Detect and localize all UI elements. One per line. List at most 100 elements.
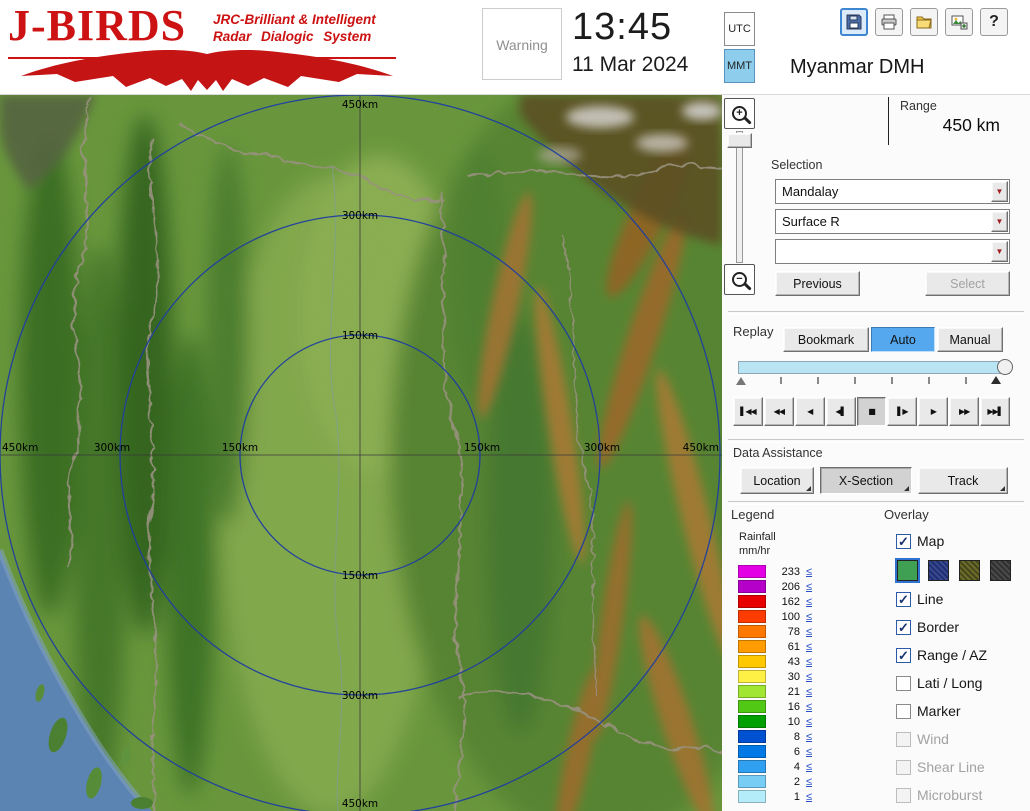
playback-play-button[interactable]: ▶ <box>918 397 948 426</box>
overlay-item-microburst: Microburst <box>896 785 1028 805</box>
separator <box>728 439 1024 443</box>
overlay-item-label: Lati / Long <box>917 675 982 691</box>
checkbox-checked-icon[interactable]: ✓ <box>896 620 911 635</box>
replay-timeline[interactable] <box>738 361 1010 374</box>
playback-reverse-button[interactable]: ◀ <box>795 397 825 426</box>
legend-le-link[interactable]: ≤ <box>806 701 812 713</box>
checkbox-checked-icon[interactable]: ✓ <box>896 592 911 607</box>
chevron-down-icon[interactable]: ▼ <box>991 181 1008 202</box>
playback-rewind-button[interactable]: ◀◀ <box>764 397 794 426</box>
print-button[interactable] <box>875 8 903 36</box>
xsection-button[interactable]: X-Section <box>820 467 912 494</box>
extra-dropdown[interactable]: ▼ <box>775 239 1010 264</box>
overlay-item-label: Border <box>917 619 959 635</box>
mmt-button[interactable]: MMT <box>724 49 755 83</box>
checkbox-unchecked-icon[interactable] <box>896 676 911 691</box>
chevron-down-icon[interactable]: ▼ <box>991 241 1008 262</box>
map-style-terrain-green-swatch[interactable] <box>897 560 918 581</box>
warning-button[interactable]: Warning <box>482 8 562 80</box>
ring-label: 150km <box>342 330 378 342</box>
map-style-olive-swatch[interactable] <box>959 560 980 581</box>
overlay-item-lati-long[interactable]: Lati / Long <box>896 673 1028 693</box>
overlay-item-line[interactable]: ✓Line <box>896 589 1028 609</box>
location-label: Location <box>753 474 800 488</box>
site-dropdown[interactable]: Mandalay ▼ <box>775 179 1010 204</box>
manual-button[interactable]: Manual <box>937 327 1003 352</box>
legend-le-link[interactable]: ≤ <box>806 716 812 728</box>
ring-label: 450km <box>2 442 38 454</box>
utc-button[interactable]: UTC <box>724 12 755 46</box>
playback-step-back-button[interactable]: ◀▌ <box>826 397 856 426</box>
legend-value: 8 <box>768 731 800 743</box>
zoom-in-button[interactable]: + <box>724 98 755 129</box>
overlay-item-marker[interactable]: Marker <box>896 701 1028 721</box>
legend-le-link[interactable]: ≤ <box>806 761 812 773</box>
legend-row: 10 ≤ <box>738 714 812 729</box>
zoom-out-button[interactable]: − <box>724 264 755 295</box>
product-dropdown[interactable]: Surface R ▼ <box>775 209 1010 234</box>
site-dropdown-value: Mandalay <box>776 184 991 199</box>
overlay-item-map[interactable]: ✓Map <box>896 531 1028 551</box>
legend-row: 16≤ <box>738 699 812 714</box>
select-button[interactable]: Select <box>925 271 1010 296</box>
legend-le-link[interactable]: ≤ <box>806 641 812 653</box>
checkbox-checked-icon[interactable]: ✓ <box>896 534 911 549</box>
playback-first-button[interactable]: ▌◀◀ <box>733 397 763 426</box>
help-button[interactable]: ? <box>980 8 1008 36</box>
overlay-item-border[interactable]: ✓ Border <box>896 617 1028 637</box>
legend-le-link[interactable]: ≤ <box>806 731 812 743</box>
legend-le-link[interactable]: ≤ <box>806 581 812 593</box>
location-button[interactable]: Location <box>740 467 814 494</box>
legend-le-link[interactable]: ≤ <box>806 626 812 638</box>
chevron-down-icon[interactable]: ▼ <box>991 211 1008 232</box>
bookmark-button[interactable]: Bookmark <box>783 327 869 352</box>
checkbox-unchecked-icon[interactable] <box>896 704 911 719</box>
radar-map[interactable]: 450km 300km 150km 150km 300km 450km 450k… <box>0 95 722 811</box>
map-style-swatches <box>896 559 1028 581</box>
legend-value: 78 <box>768 626 800 638</box>
ring-label: 150km <box>342 570 378 582</box>
legend-le-link[interactable]: ≤ <box>806 656 812 668</box>
warning-label: Warning <box>496 37 548 53</box>
auto-button[interactable]: Auto <box>871 327 935 352</box>
zoom-slider-thumb[interactable] <box>727 133 752 148</box>
legend-value: 30 <box>768 671 800 683</box>
legend-le-link[interactable]: ≤ <box>806 671 812 683</box>
open-folder-button[interactable] <box>910 8 938 36</box>
legend-le-link[interactable]: ≤ <box>806 776 812 788</box>
legend-row: 100≤ <box>738 609 812 624</box>
playback-step-forward-button[interactable]: ▌▶ <box>887 397 917 426</box>
clock-date: 11 Mar 2024 <box>572 53 688 77</box>
playback-last-button[interactable]: ▶▶▌ <box>980 397 1010 426</box>
playback-stop-button[interactable]: ■ <box>857 397 887 426</box>
logo-tagline1: JRC-Brilliant & Intelligent <box>213 12 376 27</box>
map-style-dark-blue-swatch[interactable] <box>928 560 949 581</box>
checkbox-unchecked-icon <box>896 760 911 775</box>
zoom-slider-track[interactable] <box>736 131 743 263</box>
legend-le-link[interactable]: ≤ <box>806 611 812 623</box>
checkbox-checked-icon[interactable]: ✓ <box>896 648 911 663</box>
corner-grip-icon <box>904 486 909 491</box>
legend-le-link[interactable]: ≤ <box>806 566 812 578</box>
timeline-thumb[interactable] <box>997 359 1013 375</box>
legend-row: 30 ≤ <box>738 669 812 684</box>
legend-row: 8≤ <box>738 729 812 744</box>
timeline-position-marker-icon[interactable] <box>991 376 1001 384</box>
legend-row: 233≤ <box>738 564 812 579</box>
map-style-dark-gray-swatch[interactable] <box>990 560 1011 581</box>
playback-fast-forward-button[interactable]: ▶▶ <box>949 397 979 426</box>
legend-le-link[interactable]: ≤ <box>806 746 812 758</box>
legend-color-swatch <box>738 760 766 773</box>
legend-value: 10 <box>768 716 800 728</box>
save-button[interactable] <box>840 8 868 36</box>
legend-le-link[interactable]: ≤ <box>806 596 812 608</box>
open-folder-icon <box>915 13 933 31</box>
previous-button[interactable]: Previous <box>775 271 860 296</box>
checkbox-unchecked-icon <box>896 788 911 803</box>
legend-le-link[interactable]: ≤ <box>806 791 812 803</box>
overlay-item-range-az[interactable]: ✓Range / AZ <box>896 645 1028 665</box>
legend-le-link[interactable]: ≤ <box>806 686 812 698</box>
overlay-item-label: Marker <box>917 703 961 719</box>
capture-button[interactable] <box>945 8 973 36</box>
track-button[interactable]: Track <box>918 467 1008 494</box>
